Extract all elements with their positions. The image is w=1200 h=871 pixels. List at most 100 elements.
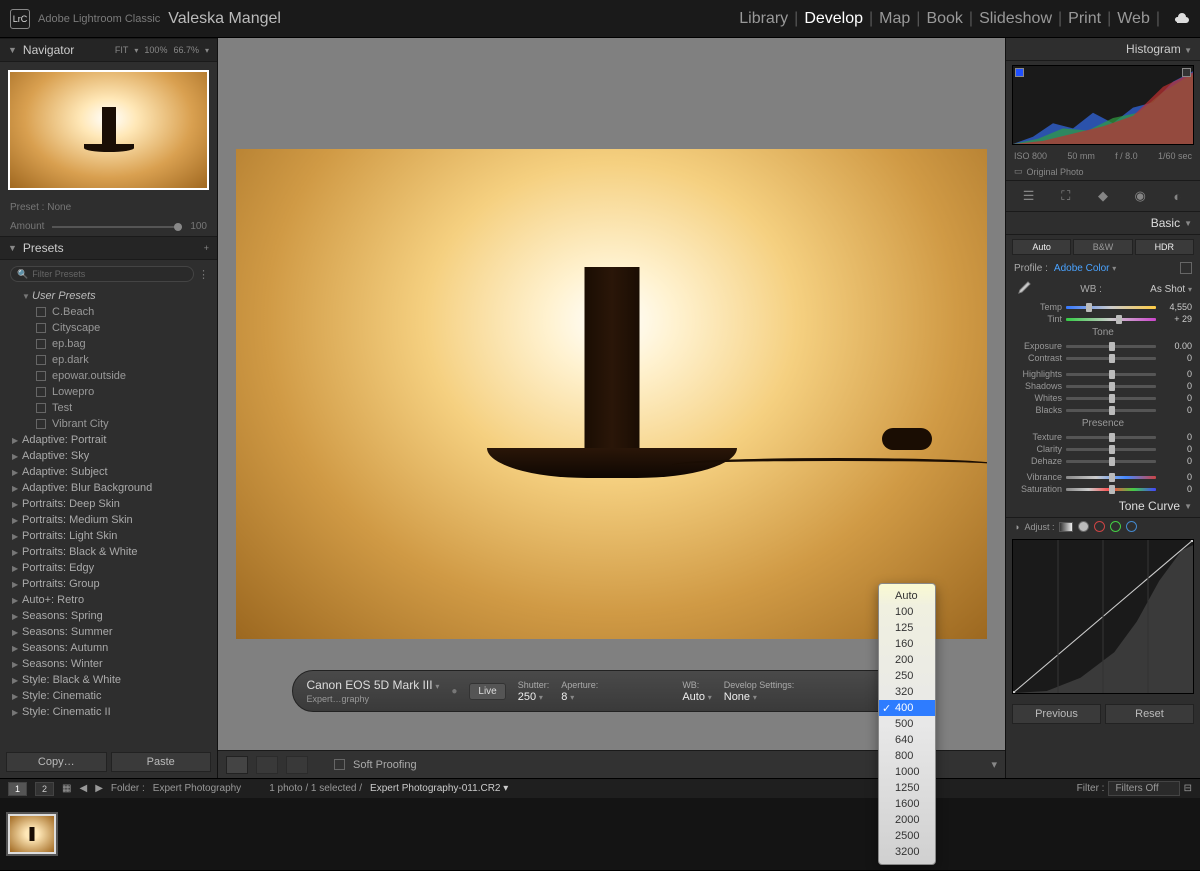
dehaze-value[interactable]: 0 xyxy=(1160,456,1192,466)
profile-browser-icon[interactable] xyxy=(1180,262,1192,274)
tone-curve-header[interactable]: Tone Curve▼ xyxy=(1006,495,1200,518)
module-book[interactable]: Book xyxy=(926,10,962,28)
iso-option[interactable]: 200 xyxy=(879,652,935,668)
navigator-header[interactable]: ▼ Navigator FIT▾ 100% 66.7%▾ xyxy=(0,38,217,62)
highlight-clip-icon[interactable] xyxy=(1182,68,1191,77)
histogram-header[interactable]: Histogram ▼ xyxy=(1006,38,1200,61)
module-map[interactable]: Map xyxy=(879,10,910,28)
grid-view-icon[interactable]: ▦ xyxy=(62,783,71,794)
iso-option[interactable]: Auto xyxy=(879,588,935,604)
copy-button[interactable]: Copy… xyxy=(6,752,107,772)
mask-tool-icon[interactable]: ◐ xyxy=(1168,187,1186,205)
shadows-value[interactable]: 0 xyxy=(1160,381,1192,391)
preset-group[interactable]: ▶ Portraits: Group xyxy=(8,576,217,592)
preset-group[interactable]: ▶ Style: Cinematic II xyxy=(8,704,217,720)
preset-item[interactable]: C.Beach xyxy=(8,304,217,320)
preset-group[interactable]: ▶ Portraits: Black & White xyxy=(8,544,217,560)
texture-value[interactable]: 0 xyxy=(1160,432,1192,442)
preset-group[interactable]: ▶ Adaptive: Blur Background xyxy=(8,480,217,496)
reset-button[interactable]: Reset xyxy=(1105,704,1194,724)
exposure-value[interactable]: 0.00 xyxy=(1160,341,1192,351)
profile-value[interactable]: Adobe Color ▾ xyxy=(1054,263,1174,274)
dev-settings-value[interactable]: None xyxy=(724,691,750,703)
clarity-value[interactable]: 0 xyxy=(1160,444,1192,454)
blacks-value[interactable]: 0 xyxy=(1160,405,1192,415)
channel-blue[interactable] xyxy=(1126,521,1137,532)
iso-option[interactable]: 400 xyxy=(879,700,935,716)
crop-tool-icon[interactable]: ⛶ xyxy=(1057,187,1075,205)
cloud-icon[interactable] xyxy=(1172,13,1190,25)
preset-item[interactable]: ep.dark xyxy=(8,352,217,368)
treatment-hdr[interactable]: HDR xyxy=(1135,239,1194,255)
preset-group[interactable]: ▶ Portraits: Light Skin xyxy=(8,528,217,544)
preset-group[interactable]: ▶ Portraits: Deep Skin xyxy=(8,496,217,512)
preset-group[interactable]: ▶ Portraits: Medium Skin xyxy=(8,512,217,528)
presets-header[interactable]: ▼ Presets + xyxy=(0,236,217,260)
preset-search[interactable]: 🔍Filter Presets xyxy=(10,266,194,282)
nav-zoom-100[interactable]: 100% xyxy=(144,45,167,55)
channel-all[interactable] xyxy=(1078,521,1089,532)
point-curve-icon[interactable]: ◑ xyxy=(1014,522,1019,532)
temp-value[interactable]: 4,550 xyxy=(1160,302,1192,312)
contrast-slider[interactable] xyxy=(1066,357,1156,360)
histogram[interactable] xyxy=(1012,65,1194,145)
shadow-clip-icon[interactable] xyxy=(1015,68,1024,77)
heal-tool-icon[interactable]: ◆ xyxy=(1094,187,1112,205)
module-slideshow[interactable]: Slideshow xyxy=(979,10,1052,28)
module-web[interactable]: Web xyxy=(1117,10,1150,28)
redeye-tool-icon[interactable]: ◉ xyxy=(1131,187,1149,205)
preset-item[interactable]: epowar.outside xyxy=(8,368,217,384)
nav-zoom-66[interactable]: 66.7% xyxy=(173,45,199,55)
preset-group[interactable]: ▶ Style: Cinematic xyxy=(8,688,217,704)
loupe-view-button[interactable] xyxy=(226,756,248,774)
preset-item[interactable]: Lowepro xyxy=(8,384,217,400)
monitor-2-button[interactable]: 2 xyxy=(35,782,54,796)
highlights-value[interactable]: 0 xyxy=(1160,369,1192,379)
basic-header[interactable]: Basic▼ xyxy=(1006,212,1200,235)
preset-group[interactable]: ▶ Seasons: Autumn xyxy=(8,640,217,656)
tone-curve[interactable] xyxy=(1012,539,1194,694)
iso-option[interactable]: 1250 xyxy=(879,780,935,796)
add-preset-icon[interactable]: + xyxy=(204,243,209,253)
iso-option[interactable]: 3200 xyxy=(879,844,935,860)
amount-slider[interactable] xyxy=(52,226,182,228)
clarity-slider[interactable] xyxy=(1066,448,1156,451)
blacks-slider[interactable] xyxy=(1066,409,1156,412)
wb-dropper-icon[interactable] xyxy=(1014,280,1032,298)
aperture-value[interactable]: 8 xyxy=(561,691,567,703)
channel-green[interactable] xyxy=(1110,521,1121,532)
iso-option[interactable]: 640 xyxy=(879,732,935,748)
tint-slider[interactable] xyxy=(1066,318,1156,321)
iso-option[interactable]: 125 xyxy=(879,620,935,636)
curve-region-icon[interactable] xyxy=(1059,522,1073,532)
module-print[interactable]: Print xyxy=(1068,10,1101,28)
iso-option[interactable]: 320 xyxy=(879,684,935,700)
saturation-value[interactable]: 0 xyxy=(1160,484,1192,494)
wb-preset[interactable]: As Shot ▾ xyxy=(1150,284,1192,295)
navigator-preview[interactable] xyxy=(0,62,217,198)
preset-group[interactable]: ▶ Adaptive: Portrait xyxy=(8,432,217,448)
monitor-1-button[interactable]: 1 xyxy=(8,782,27,796)
preset-item[interactable]: Vibrant City xyxy=(8,416,217,432)
edit-tool-icon[interactable]: ☰ xyxy=(1020,187,1038,205)
preset-group[interactable]: ▶ Seasons: Winter xyxy=(8,656,217,672)
iso-option[interactable]: 2500 xyxy=(879,828,935,844)
camera-name[interactable]: Canon EOS 5D Mark III xyxy=(307,678,433,692)
texture-slider[interactable] xyxy=(1066,436,1156,439)
treatment-auto[interactable]: Auto xyxy=(1012,239,1071,255)
iso-option[interactable]: 100 xyxy=(879,604,935,620)
iso-option[interactable]: 2000 xyxy=(879,812,935,828)
vibrance-slider[interactable] xyxy=(1066,476,1156,479)
file-name[interactable]: Expert Photography-011.CR2 ▾ xyxy=(370,783,508,794)
preset-group[interactable]: ▶ Style: Black & White xyxy=(8,672,217,688)
preset-group[interactable]: ▶ Seasons: Summer xyxy=(8,624,217,640)
soft-proof-checkbox[interactable] xyxy=(334,759,345,770)
filter-select[interactable]: Filters Off xyxy=(1108,781,1179,796)
thumbnail[interactable] xyxy=(8,814,56,854)
saturation-slider[interactable] xyxy=(1066,488,1156,491)
preset-group[interactable]: ▶ Adaptive: Subject xyxy=(8,464,217,480)
before-after-button[interactable] xyxy=(286,756,308,774)
highlights-slider[interactable] xyxy=(1066,373,1156,376)
preset-item[interactable]: ep.bag xyxy=(8,336,217,352)
paste-button[interactable]: Paste xyxy=(111,752,212,772)
